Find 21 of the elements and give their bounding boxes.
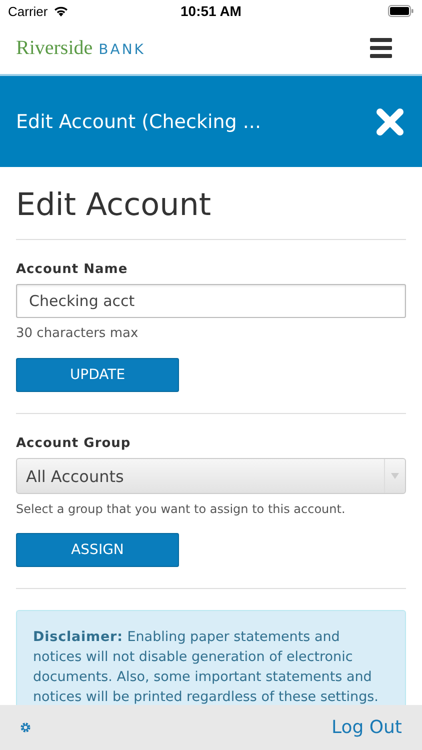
settings-icon[interactable] [20,722,31,733]
menu-icon[interactable] [370,38,392,58]
page-title: Edit Account [16,187,212,223]
account-name-field[interactable]: Checking acct [16,284,406,318]
field-hint: 30 characters max [16,326,140,341]
assign-button[interactable]: ASSIGN [16,533,179,567]
dialog-title: Edit Account (Checking ... [16,110,261,132]
field-label: Account Name [16,262,129,277]
field-label: Account Group [16,436,132,451]
field-hint: Select a group that you want to assign to this account. [16,502,346,516]
battery-icon [388,5,414,17]
account-group-dropdown[interactable]: All Accounts [16,458,406,494]
update-button[interactable]: UPDATE [16,358,179,392]
close-icon[interactable] [376,108,404,136]
carrier-name: Carrier [8,4,48,18]
status-time: 10:51 AM [180,3,242,19]
wifi-icon [52,5,69,17]
bank-logo[interactable]: Riverside BANK [16,36,146,60]
disclaimer-text: Disclaimer: Enabling paper statements and notices will not disable generation of electronic documents. Also, some important statements and notices will be printed regardless of these settings. [33,628,380,705]
caret-icon [391,473,399,479]
logout-link[interactable]: Log Out [331,717,402,738]
